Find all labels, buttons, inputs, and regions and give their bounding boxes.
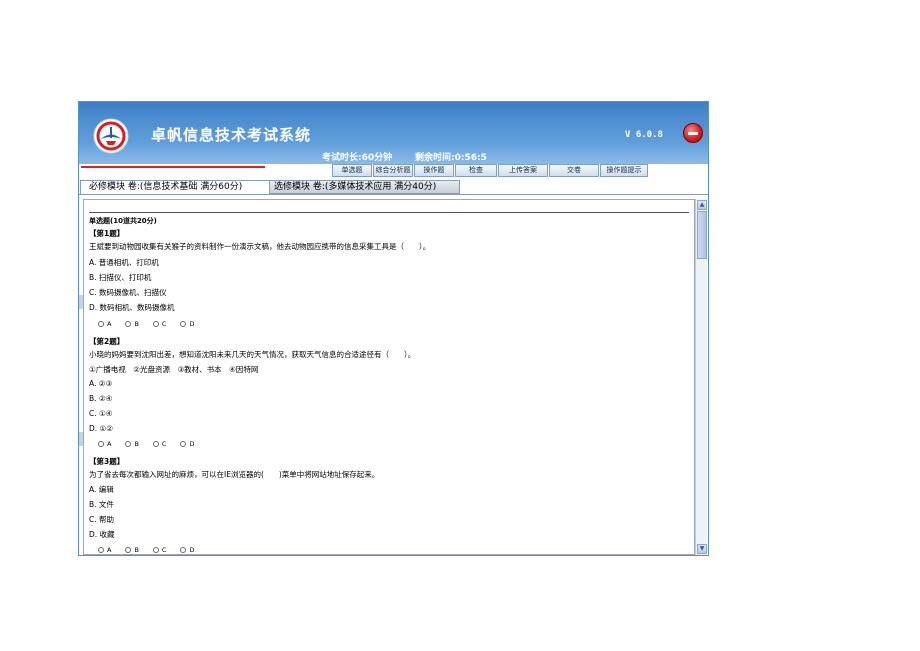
answer-radio-c[interactable]: C (152, 320, 167, 328)
question-panel: 单选题(10道共20分) 【第1题】 王斌要到动物园收集有关猴子的资料制作一份演… (83, 199, 695, 555)
radio-circle-icon (98, 547, 104, 553)
radio-circle-icon (180, 441, 187, 447)
scroll-down-arrow-icon[interactable]: ▼ (697, 544, 707, 554)
tab-elective-module[interactable]: 选修模块 卷:(多媒体技术应用 满分40分) (265, 180, 460, 194)
question-number: 【第3题】 (89, 457, 125, 466)
answer-radio-c[interactable]: C (152, 440, 167, 448)
answer-radio-d[interactable]: D (180, 320, 194, 328)
radio-circle-icon (152, 321, 159, 327)
question-option: D. ①② (89, 424, 113, 433)
radio-circle-icon (152, 547, 159, 553)
radio-label: D (189, 546, 195, 554)
operation-hint-button[interactable]: 操作题提示 (600, 164, 648, 177)
answer-radio-d[interactable]: D (180, 440, 194, 448)
question-number: 【第2题】 (89, 337, 125, 346)
question-stem: 为了省去每次都输入网址的麻烦，可以在IE浏览器的( )菜单中将网站地址保存起来。 (89, 470, 380, 479)
radio-circle-icon (180, 321, 187, 327)
question-number: 【第1题】 (89, 229, 125, 238)
check-button[interactable]: 检查 (455, 164, 497, 177)
radio-label: D (189, 320, 195, 328)
exam-window: 卓帆信息技术考试系统 V 6.0.8 考试时长:60分钟 剩余时间:0:56:5… (78, 101, 709, 556)
answer-radio-group: A B C D (98, 546, 194, 554)
question-option: B. 文件 (89, 500, 114, 509)
answer-radio-b[interactable]: B (125, 320, 139, 328)
scrollbar-thumb[interactable] (697, 211, 707, 259)
scroll-up-arrow-icon[interactable]: ▲ (697, 200, 707, 210)
answer-radio-a[interactable]: A (98, 440, 111, 448)
app-title: 卓帆信息技术考试系统 (151, 126, 312, 144)
radio-label: A (107, 320, 112, 328)
exit-button[interactable] (683, 123, 703, 143)
question-option: D. 收藏 (89, 530, 115, 539)
tab-required-module[interactable]: 必修模块 卷:(信息技术基础 满分60分) (80, 180, 270, 194)
remaining-time-label: 剩余时间:0:56:5 (415, 153, 487, 163)
question-option: C. 帮助 (89, 515, 115, 524)
operation-question-button[interactable]: 操作题 (414, 164, 454, 177)
question-option: B. ②④ (89, 394, 113, 403)
question-option: C. 数码摄像机、扫描仪 (89, 288, 167, 297)
radio-circle-icon (125, 441, 132, 447)
answer-radio-b[interactable]: B (125, 546, 139, 554)
question-option: A. ②③ (89, 379, 113, 388)
section-title: 单选题(10道共20分) (89, 217, 157, 225)
radio-label: B (134, 320, 139, 328)
question-stem: 王斌要到动物园收集有关猴子的资料制作一份演示文稿，他去动物园应携带的信息采集工具… (89, 242, 431, 251)
upload-answer-button[interactable]: 上传答案 (498, 164, 548, 177)
radio-circle-icon (98, 441, 104, 447)
question-option: A. 编辑 (89, 485, 114, 494)
radio-circle-icon (125, 321, 132, 327)
radio-circle-icon (125, 547, 132, 553)
answer-radio-group: A B C D (98, 320, 194, 328)
analysis-question-button[interactable]: 综合分析题 (373, 164, 413, 177)
vertical-scrollbar[interactable]: ▲ ▼ (695, 199, 707, 555)
submit-exam-button[interactable]: 交卷 (549, 164, 599, 177)
question-option: A. 普通相机、打印机 (89, 258, 159, 267)
radio-circle-icon (98, 321, 104, 327)
answer-radio-b[interactable]: B (125, 440, 139, 448)
radio-label: D (189, 440, 195, 448)
radio-label: A (107, 440, 112, 448)
question-option: C. ①④ (89, 409, 113, 418)
module-tabs: 选修模块 卷:(多媒体技术应用 满分40分) 必修模块 卷:(信息技术基础 满分… (79, 179, 708, 195)
question-option: B. 扫描仪、打印机 (89, 273, 152, 282)
question-extra: ①广播电视 ②光盘资源 ③教材、书本 ④因特网 (89, 365, 259, 374)
radio-label: B (134, 440, 139, 448)
radio-label: B (134, 546, 139, 554)
app-header: 卓帆信息技术考试系统 V 6.0.8 考试时长:60分钟 剩余时间:0:56:5 (79, 102, 708, 164)
header-decoration (79, 142, 708, 164)
radio-label: A (107, 546, 112, 554)
answer-radio-d[interactable]: D (180, 546, 194, 554)
single-choice-button[interactable]: 单选题 (332, 164, 372, 177)
question-type-toolbar: 单选题 综合分析题 操作题 检查 上传答案 交卷 操作题提示 (332, 164, 648, 177)
question-option: D. 数码相机、数码摄像机 (89, 303, 175, 312)
radio-label: C (161, 440, 167, 448)
radio-label: C (161, 320, 167, 328)
answer-radio-group: A B C D (98, 440, 194, 448)
version-label: V 6.0.8 (625, 130, 663, 140)
answer-radio-a[interactable]: A (98, 546, 111, 554)
radio-label: C (161, 546, 167, 554)
question-stem: 小晓的妈妈要到沈阳出差，想知道沈阳未来几天的天气情况，获取天气信息的合适途径有（… (89, 350, 416, 359)
app-logo-icon (93, 118, 129, 154)
exam-duration-label: 考试时长:60分钟 (322, 153, 393, 163)
accent-divider (81, 166, 265, 168)
radio-circle-icon (152, 441, 159, 447)
answer-radio-c[interactable]: C (152, 546, 167, 554)
answer-radio-a[interactable]: A (98, 320, 111, 328)
divider (89, 212, 689, 213)
radio-circle-icon (180, 547, 187, 553)
